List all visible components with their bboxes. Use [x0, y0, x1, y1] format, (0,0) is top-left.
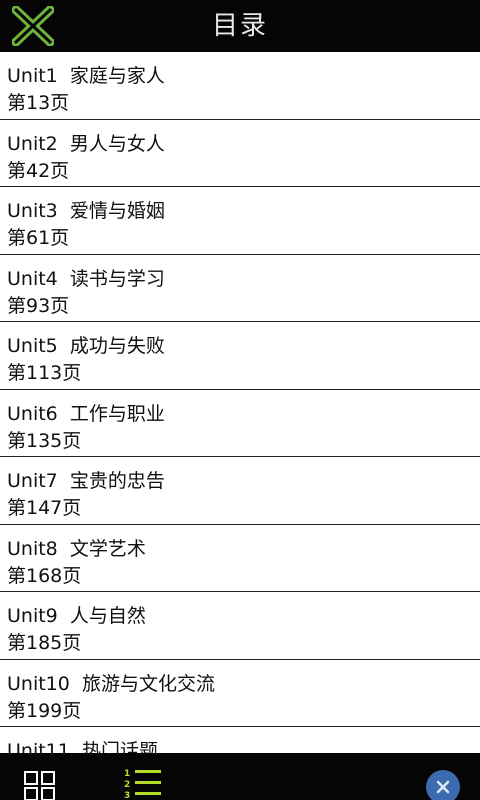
- toc-item-page: 第93页: [7, 294, 70, 317]
- toc-item-title: Unit5 成功与失败: [7, 331, 165, 358]
- grid-view-icon: [24, 771, 55, 800]
- toc-item-unit1[interactable]: Unit1 家庭与家人第13页: [0, 52, 480, 120]
- toc-item-title: Unit4 读书与学习: [7, 264, 165, 291]
- toc-item-unit11[interactable]: Unit11 热门话题: [0, 727, 480, 753]
- toc-item-name: 人与自然: [69, 605, 146, 627]
- toc-item-name: 家庭与家人: [69, 65, 165, 87]
- toc-item-page: 第13页: [7, 92, 70, 114]
- toc-item-unit: Unit6: [7, 402, 58, 425]
- toc-item-unit: Unit10: [7, 672, 70, 695]
- toc-item-unit: Unit2: [7, 132, 58, 155]
- toc-item-unit: Unit8: [7, 537, 58, 560]
- toc-item-unit6[interactable]: Unit6 工作与职业第135页: [0, 390, 480, 457]
- toc-item-unit10[interactable]: Unit10 旅游与文化交流第199页: [0, 660, 480, 727]
- toc-item-title: Unit1 家庭与家人: [7, 61, 165, 88]
- toc-item-page: 第185页: [7, 632, 82, 654]
- toc-item-title: Unit2 男人与女人: [7, 129, 165, 156]
- app-screen: 目录 Unit1 家庭与家人 第13页 Unit2 男人与女人 第42页 Unit3 爱…: [0, 0, 480, 800]
- svg-text:2: 2: [124, 780, 130, 790]
- toc-item-name: 成功与失败: [69, 335, 165, 357]
- toc-item-unit9[interactable]: Unit9 人与自然第185页: [0, 592, 480, 660]
- toc-item-unit: Unit5: [7, 335, 58, 357]
- toc-item-name: 工作与职业: [69, 402, 165, 425]
- toc-item-unit2[interactable]: Unit2 男人与女人第42页: [0, 120, 480, 187]
- toc-item-unit5[interactable]: Unit5 成功与失败第113页: [0, 322, 480, 390]
- toc-item-page: 第168页: [7, 564, 82, 587]
- toc-item-unit: Unit3: [7, 200, 58, 222]
- bottom-toolbar: 1 2 3: [0, 753, 480, 800]
- toc-item-title: Unit10 旅游与文化交流: [7, 669, 215, 696]
- toc-item-title: Unit11 热门话题: [7, 736, 158, 753]
- toc-item-unit: Unit9: [7, 605, 58, 627]
- toc-item-name: 热门话题: [81, 740, 158, 753]
- grid-view-button[interactable]: [24, 771, 56, 800]
- toc-item-unit: Unit1: [7, 65, 58, 87]
- toc-item-name: 文学艺术: [69, 537, 146, 560]
- toc-item-title: Unit6 工作与职业: [7, 399, 165, 426]
- numbered-list-icon: 1 2 3: [124, 769, 161, 800]
- toc-item-name: 男人与女人: [69, 132, 165, 155]
- toc-list: Unit1 家庭与家人 第13页 Unit2 男人与女人 第42页 Unit3 爱情与婚…: [0, 52, 480, 753]
- bottom-close-button[interactable]: [426, 770, 460, 800]
- toc-item-unit8[interactable]: Unit8 文学艺术第168页: [0, 525, 480, 592]
- toc-item-page: 第42页: [7, 159, 70, 182]
- toc-item-name: 读书与学习: [69, 267, 165, 290]
- toc-item-name: 旅游与文化交流: [81, 672, 215, 695]
- list-view-button[interactable]: 1 2 3: [122, 767, 164, 800]
- toc-item-unit: Unit7: [7, 470, 58, 492]
- toc-item-unit: Unit4: [7, 267, 58, 290]
- toc-item-unit: Unit11: [7, 740, 70, 753]
- toc-item-unit7[interactable]: Unit7 宝贵的忠告第147页: [0, 457, 480, 525]
- toc-item-name: 宝贵的忠告: [69, 470, 165, 492]
- toc-item-unit3[interactable]: Unit3 爱情与婚姻第61页: [0, 187, 480, 255]
- page-title: 目录: [211, 11, 268, 41]
- toc-item-page: 第113页: [7, 362, 82, 384]
- close-circle-icon: [436, 780, 450, 794]
- toc-item-title: Unit8 文学艺术: [7, 534, 146, 561]
- toc-item-page: 第135页: [7, 429, 82, 452]
- toc-item-unit4[interactable]: Unit4 读书与学习第93页: [0, 255, 480, 322]
- svg-text:1: 1: [124, 769, 130, 779]
- svg-text:3: 3: [124, 791, 130, 800]
- toc-item-page: 第61页: [7, 227, 70, 249]
- toc-item-page: 第147页: [7, 497, 82, 519]
- toc-item-name: 爱情与婚姻: [69, 200, 165, 222]
- toc-item-title: Unit3 爱情与婚姻: [7, 196, 165, 223]
- toc-item-page: 第199页: [7, 699, 82, 722]
- toc-item-title: Unit7 宝贵的忠告: [7, 466, 165, 493]
- toc-item-title: Unit9 人与自然: [7, 601, 146, 628]
- header-bar: 目录: [0, 0, 480, 52]
